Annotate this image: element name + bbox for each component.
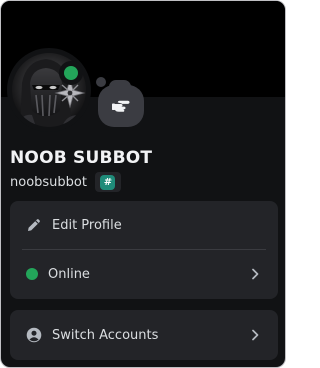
pointing-hand-icon (112, 100, 130, 112)
username[interactable]: noobsubbot (10, 175, 87, 190)
switch-accounts-card: Switch Accounts (10, 310, 278, 360)
account-circle-icon (26, 327, 42, 343)
online-status-indicator (59, 61, 83, 85)
chevron-right-icon (252, 329, 259, 341)
profile-actions-card: Edit Profile Online (10, 201, 278, 299)
display-name: NOOB SUBBOT (10, 148, 153, 168)
hashtag-icon: # (100, 174, 116, 190)
switch-accounts-button[interactable]: Switch Accounts (10, 311, 278, 359)
online-status-dot (26, 268, 38, 280)
chevron-right-icon (252, 268, 259, 280)
status-selector[interactable]: Online (10, 250, 278, 298)
status-label: Online (48, 266, 90, 282)
avatar[interactable] (7, 48, 91, 132)
switch-accounts-label: Switch Accounts (52, 327, 159, 343)
status-bubble-tail (96, 77, 106, 87)
server-tag-badge[interactable]: # (94, 172, 121, 192)
custom-status-bubble[interactable] (98, 85, 144, 127)
username-row: noobsubbot # (10, 172, 121, 192)
edit-profile-button[interactable]: Edit Profile (10, 201, 278, 249)
pencil-icon (28, 219, 40, 231)
user-profile-popout: NOOB SUBBOT noobsubbot # Edit Profile On… (1, 1, 285, 367)
edit-profile-label: Edit Profile (52, 217, 122, 233)
